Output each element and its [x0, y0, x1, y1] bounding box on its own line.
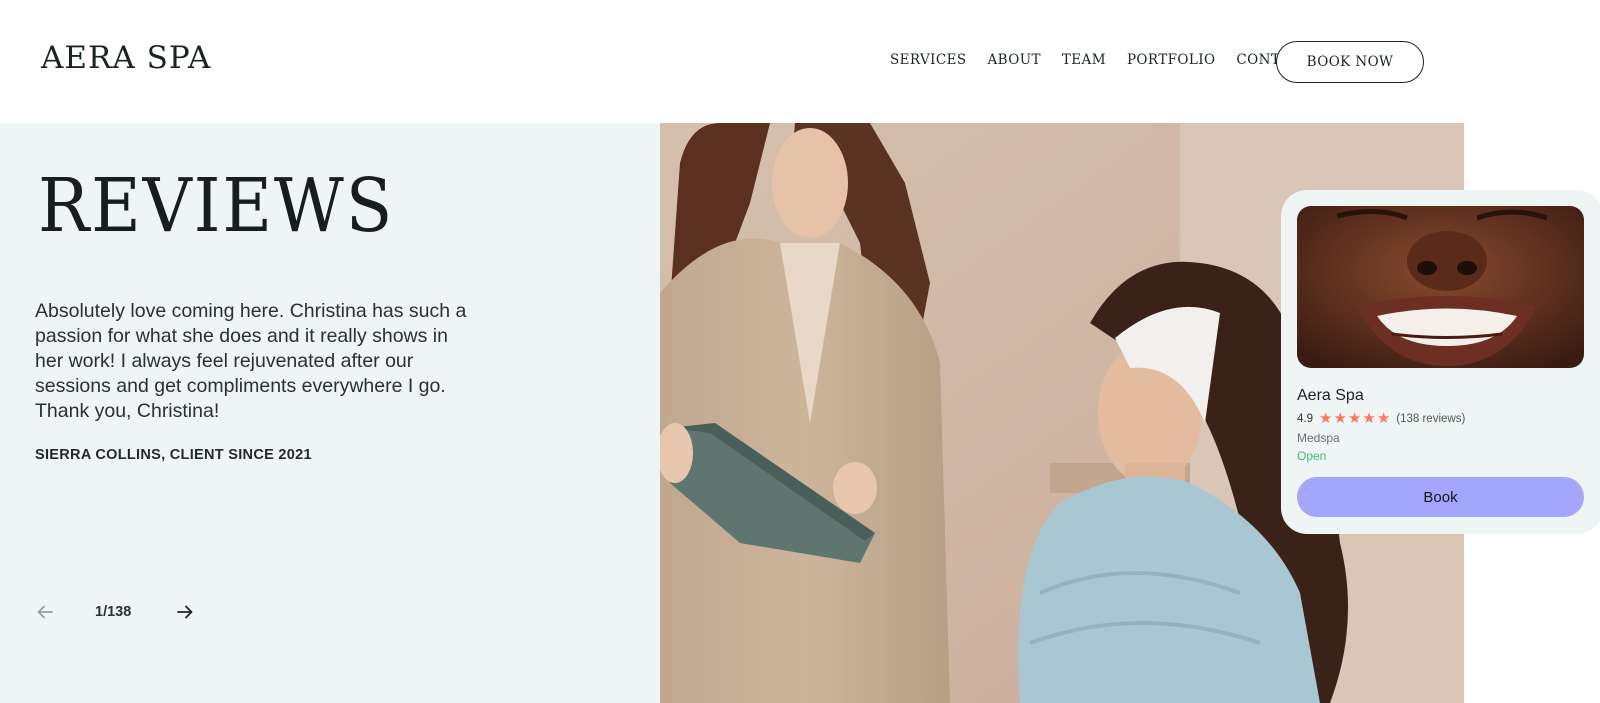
- rating-row: 4.9 ★ ★ ★ ★ ★ (138 reviews): [1297, 411, 1585, 426]
- booking-card: Aera Spa 4.9 ★ ★ ★ ★ ★ (138 reviews) Med…: [1281, 190, 1600, 534]
- review-page-counter: 1/138: [95, 604, 132, 620]
- previous-review-button[interactable]: [35, 602, 55, 622]
- star-icon: ★: [1333, 410, 1347, 427]
- nav-link-team[interactable]: TEAM: [1062, 52, 1106, 68]
- reviews-heading: REVIEWS: [38, 163, 395, 249]
- review-pager: 1/138: [35, 602, 195, 622]
- book-now-button[interactable]: BOOK NOW: [1276, 41, 1424, 83]
- nav-link-about[interactable]: ABOUT: [988, 52, 1041, 68]
- business-name[interactable]: Aera Spa: [1297, 387, 1585, 405]
- star-rating: ★ ★ ★ ★ ★: [1319, 411, 1390, 426]
- site-header: AERA SPA SERVICES ABOUT TEAM PORTFOLIO C…: [0, 0, 1600, 123]
- book-button[interactable]: Book: [1297, 477, 1584, 517]
- card-image: [1297, 206, 1584, 368]
- open-status: Open: [1297, 449, 1327, 463]
- star-icon: ★: [1347, 410, 1362, 427]
- nav-link-portfolio[interactable]: PORTFOLIO: [1127, 52, 1215, 68]
- arrow-left-icon: [37, 605, 53, 619]
- brand-logo[interactable]: AERA SPA: [41, 40, 211, 76]
- nav-link-services[interactable]: SERVICES: [890, 52, 967, 68]
- reviews-panel: REVIEWS Absolutely love coming here. Chr…: [0, 123, 660, 703]
- review-count-link[interactable]: (138 reviews): [1396, 413, 1465, 425]
- review-author: SIERRA COLLINS, CLIENT SINCE 2021: [35, 447, 312, 463]
- main-nav: SERVICES ABOUT TEAM PORTFOLIO CONTACT: [890, 52, 1331, 68]
- star-icon: ★: [1319, 410, 1333, 427]
- star-icon: ★: [1376, 410, 1391, 427]
- smiling-face-illustration: [1297, 206, 1584, 368]
- next-review-button[interactable]: [175, 602, 195, 622]
- business-category: Medspa: [1297, 431, 1340, 445]
- rating-value: 4.9: [1297, 412, 1313, 425]
- star-icon: ★: [1362, 410, 1376, 427]
- arrow-right-icon: [177, 605, 193, 619]
- review-quote: Absolutely love coming here. Christina h…: [35, 300, 467, 422]
